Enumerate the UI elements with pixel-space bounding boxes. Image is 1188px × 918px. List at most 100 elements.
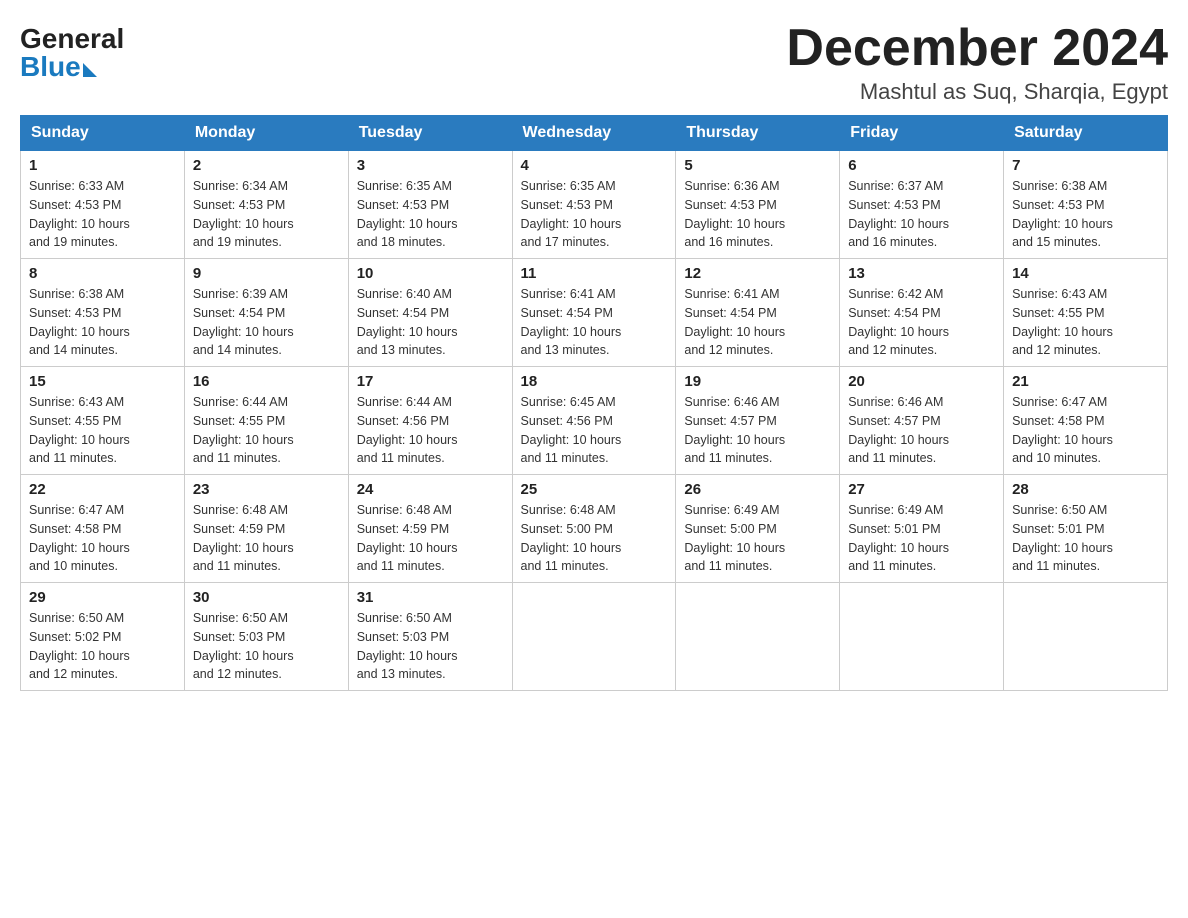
calendar-cell — [1004, 583, 1168, 691]
day-number: 9 — [193, 265, 340, 282]
day-number: 11 — [521, 265, 668, 282]
calendar-cell: 12 Sunrise: 6:41 AMSunset: 4:54 PMDayligh… — [676, 259, 840, 367]
calendar-cell: 14 Sunrise: 6:43 AMSunset: 4:55 PMDayligh… — [1004, 259, 1168, 367]
day-number: 16 — [193, 373, 340, 390]
day-number: 8 — [29, 265, 176, 282]
day-info: Sunrise: 6:49 AMSunset: 5:01 PMDaylight:… — [848, 501, 995, 576]
day-number: 12 — [684, 265, 831, 282]
day-info: Sunrise: 6:46 AMSunset: 4:57 PMDaylight:… — [684, 393, 831, 468]
calendar-header-monday: Monday — [184, 116, 348, 151]
calendar-cell: 3 Sunrise: 6:35 AMSunset: 4:53 PMDaylight… — [348, 151, 512, 259]
calendar-header-wednesday: Wednesday — [512, 116, 676, 151]
calendar-week-row: 29 Sunrise: 6:50 AMSunset: 5:02 PMDayligh… — [21, 583, 1168, 691]
day-number: 23 — [193, 481, 340, 498]
calendar-cell: 10Sunrise: 6:40 AMSunset: 4:54 PMDayligh… — [348, 259, 512, 367]
day-number: 29 — [29, 589, 176, 606]
calendar-cell: 2Sunrise: 6:34 AMSunset: 4:53 PMDaylight… — [184, 151, 348, 259]
calendar-cell: 1Sunrise: 6:33 AMSunset: 4:53 PMDaylight… — [21, 151, 185, 259]
day-number: 28 — [1012, 481, 1159, 498]
day-number: 2 — [193, 157, 340, 174]
day-number: 19 — [684, 373, 831, 390]
day-info: Sunrise: 6:42 AMSunset: 4:54 PMDaylight:… — [848, 285, 995, 360]
day-info: Sunrise: 6:48 AMSunset: 4:59 PMDaylight:… — [357, 501, 504, 576]
calendar-header-friday: Friday — [840, 116, 1004, 151]
calendar-cell: 23 Sunrise: 6:48 AMSunset: 4:59 PMDayligh… — [184, 475, 348, 583]
calendar-cell: 31Sunrise: 6:50 AMSunset: 5:03 PMDayligh… — [348, 583, 512, 691]
day-info: Sunrise: 6:38 AMSunset: 4:53 PMDaylight:… — [29, 285, 176, 360]
day-info: Sunrise: 6:50 AMSunset: 5:02 PMDaylight:… — [29, 609, 176, 684]
day-info: Sunrise: 6:44 AMSunset: 4:55 PMDaylight:… — [193, 393, 340, 468]
calendar-header-row: SundayMondayTuesdayWednesdayThursdayFrid… — [21, 116, 1168, 151]
location-title: Mashtul as Suq, Sharqia, Egypt — [786, 79, 1168, 105]
day-info: Sunrise: 6:47 AMSunset: 4:58 PMDaylight:… — [29, 501, 176, 576]
day-info: Sunrise: 6:45 AMSunset: 4:56 PMDaylight:… — [521, 393, 668, 468]
day-number: 22 — [29, 481, 176, 498]
day-info: Sunrise: 6:41 AMSunset: 4:54 PMDaylight:… — [684, 285, 831, 360]
day-info: Sunrise: 6:48 AMSunset: 5:00 PMDaylight:… — [521, 501, 668, 576]
day-number: 30 — [193, 589, 340, 606]
calendar-week-row: 15 Sunrise: 6:43 AMSunset: 4:55 PMDayligh… — [21, 367, 1168, 475]
day-number: 5 — [684, 157, 831, 174]
month-title: December 2024 — [786, 20, 1168, 77]
day-info: Sunrise: 6:44 AMSunset: 4:56 PMDaylight:… — [357, 393, 504, 468]
day-number: 3 — [357, 157, 504, 174]
calendar-cell: 17 Sunrise: 6:44 AMSunset: 4:56 PMDayligh… — [348, 367, 512, 475]
calendar-cell: 7 Sunrise: 6:38 AMSunset: 4:53 PMDaylight… — [1004, 151, 1168, 259]
calendar-cell: 11 Sunrise: 6:41 AMSunset: 4:54 PMDayligh… — [512, 259, 676, 367]
day-number: 7 — [1012, 157, 1159, 174]
day-info: Sunrise: 6:43 AMSunset: 4:55 PMDaylight:… — [1012, 285, 1159, 360]
day-info: Sunrise: 6:38 AMSunset: 4:53 PMDaylight:… — [1012, 177, 1159, 252]
calendar-cell: 15 Sunrise: 6:43 AMSunset: 4:55 PMDayligh… — [21, 367, 185, 475]
day-number: 15 — [29, 373, 176, 390]
day-number: 27 — [848, 481, 995, 498]
calendar-header-tuesday: Tuesday — [348, 116, 512, 151]
calendar-cell: 9 Sunrise: 6:39 AMSunset: 4:54 PMDaylight… — [184, 259, 348, 367]
day-number: 4 — [521, 157, 668, 174]
calendar-cell: 30 Sunrise: 6:50 AMSunset: 5:03 PMDayligh… — [184, 583, 348, 691]
calendar-cell: 18 Sunrise: 6:45 AMSunset: 4:56 PMDayligh… — [512, 367, 676, 475]
title-area: December 2024 Mashtul as Suq, Sharqia, E… — [786, 20, 1168, 105]
calendar-cell: 6 Sunrise: 6:37 AMSunset: 4:53 PMDaylight… — [840, 151, 1004, 259]
day-info: Sunrise: 6:50 AMSunset: 5:03 PMDaylight:… — [193, 609, 340, 684]
day-number: 25 — [521, 481, 668, 498]
day-number: 17 — [357, 373, 504, 390]
calendar-cell: 8 Sunrise: 6:38 AMSunset: 4:53 PMDaylight… — [21, 259, 185, 367]
day-info: Sunrise: 6:35 AMSunset: 4:53 PMDaylight:… — [357, 177, 504, 252]
logo-blue-text: Blue — [20, 53, 81, 81]
day-info: Sunrise: 6:48 AMSunset: 4:59 PMDaylight:… — [193, 501, 340, 576]
day-info: Sunrise: 6:41 AMSunset: 4:54 PMDaylight:… — [521, 285, 668, 360]
day-number: 21 — [1012, 373, 1159, 390]
day-info: Sunrise: 6:40 AMSunset: 4:54 PMDaylight:… — [357, 285, 504, 360]
calendar-header-sunday: Sunday — [21, 116, 185, 151]
day-info: Sunrise: 6:37 AMSunset: 4:53 PMDaylight:… — [848, 177, 995, 252]
calendar-cell: 21Sunrise: 6:47 AMSunset: 4:58 PMDayligh… — [1004, 367, 1168, 475]
page-header: General Blue December 2024 Mashtul as Su… — [20, 20, 1168, 105]
calendar-cell — [512, 583, 676, 691]
calendar-week-row: 8 Sunrise: 6:38 AMSunset: 4:53 PMDaylight… — [21, 259, 1168, 367]
day-number: 6 — [848, 157, 995, 174]
calendar-cell: 28 Sunrise: 6:50 AMSunset: 5:01 PMDayligh… — [1004, 475, 1168, 583]
day-info: Sunrise: 6:49 AMSunset: 5:00 PMDaylight:… — [684, 501, 831, 576]
calendar-week-row: 1Sunrise: 6:33 AMSunset: 4:53 PMDaylight… — [21, 151, 1168, 259]
calendar-cell: 16 Sunrise: 6:44 AMSunset: 4:55 PMDayligh… — [184, 367, 348, 475]
day-info: Sunrise: 6:43 AMSunset: 4:55 PMDaylight:… — [29, 393, 176, 468]
day-info: Sunrise: 6:50 AMSunset: 5:01 PMDaylight:… — [1012, 501, 1159, 576]
calendar-cell: 26 Sunrise: 6:49 AMSunset: 5:00 PMDayligh… — [676, 475, 840, 583]
calendar-cell — [676, 583, 840, 691]
day-number: 24 — [357, 481, 504, 498]
day-number: 20 — [848, 373, 995, 390]
day-number: 14 — [1012, 265, 1159, 282]
calendar-cell — [840, 583, 1004, 691]
calendar-cell: 13Sunrise: 6:42 AMSunset: 4:54 PMDayligh… — [840, 259, 1004, 367]
day-info: Sunrise: 6:35 AMSunset: 4:53 PMDaylight:… — [521, 177, 668, 252]
calendar-cell: 27 Sunrise: 6:49 AMSunset: 5:01 PMDayligh… — [840, 475, 1004, 583]
logo: General Blue — [20, 20, 124, 81]
calendar-cell: 25 Sunrise: 6:48 AMSunset: 5:00 PMDayligh… — [512, 475, 676, 583]
day-number: 18 — [521, 373, 668, 390]
day-number: 26 — [684, 481, 831, 498]
day-info: Sunrise: 6:39 AMSunset: 4:54 PMDaylight:… — [193, 285, 340, 360]
calendar-week-row: 22 Sunrise: 6:47 AMSunset: 4:58 PMDayligh… — [21, 475, 1168, 583]
day-info: Sunrise: 6:33 AMSunset: 4:53 PMDaylight:… — [29, 177, 176, 252]
calendar-header-thursday: Thursday — [676, 116, 840, 151]
calendar-header-saturday: Saturday — [1004, 116, 1168, 151]
